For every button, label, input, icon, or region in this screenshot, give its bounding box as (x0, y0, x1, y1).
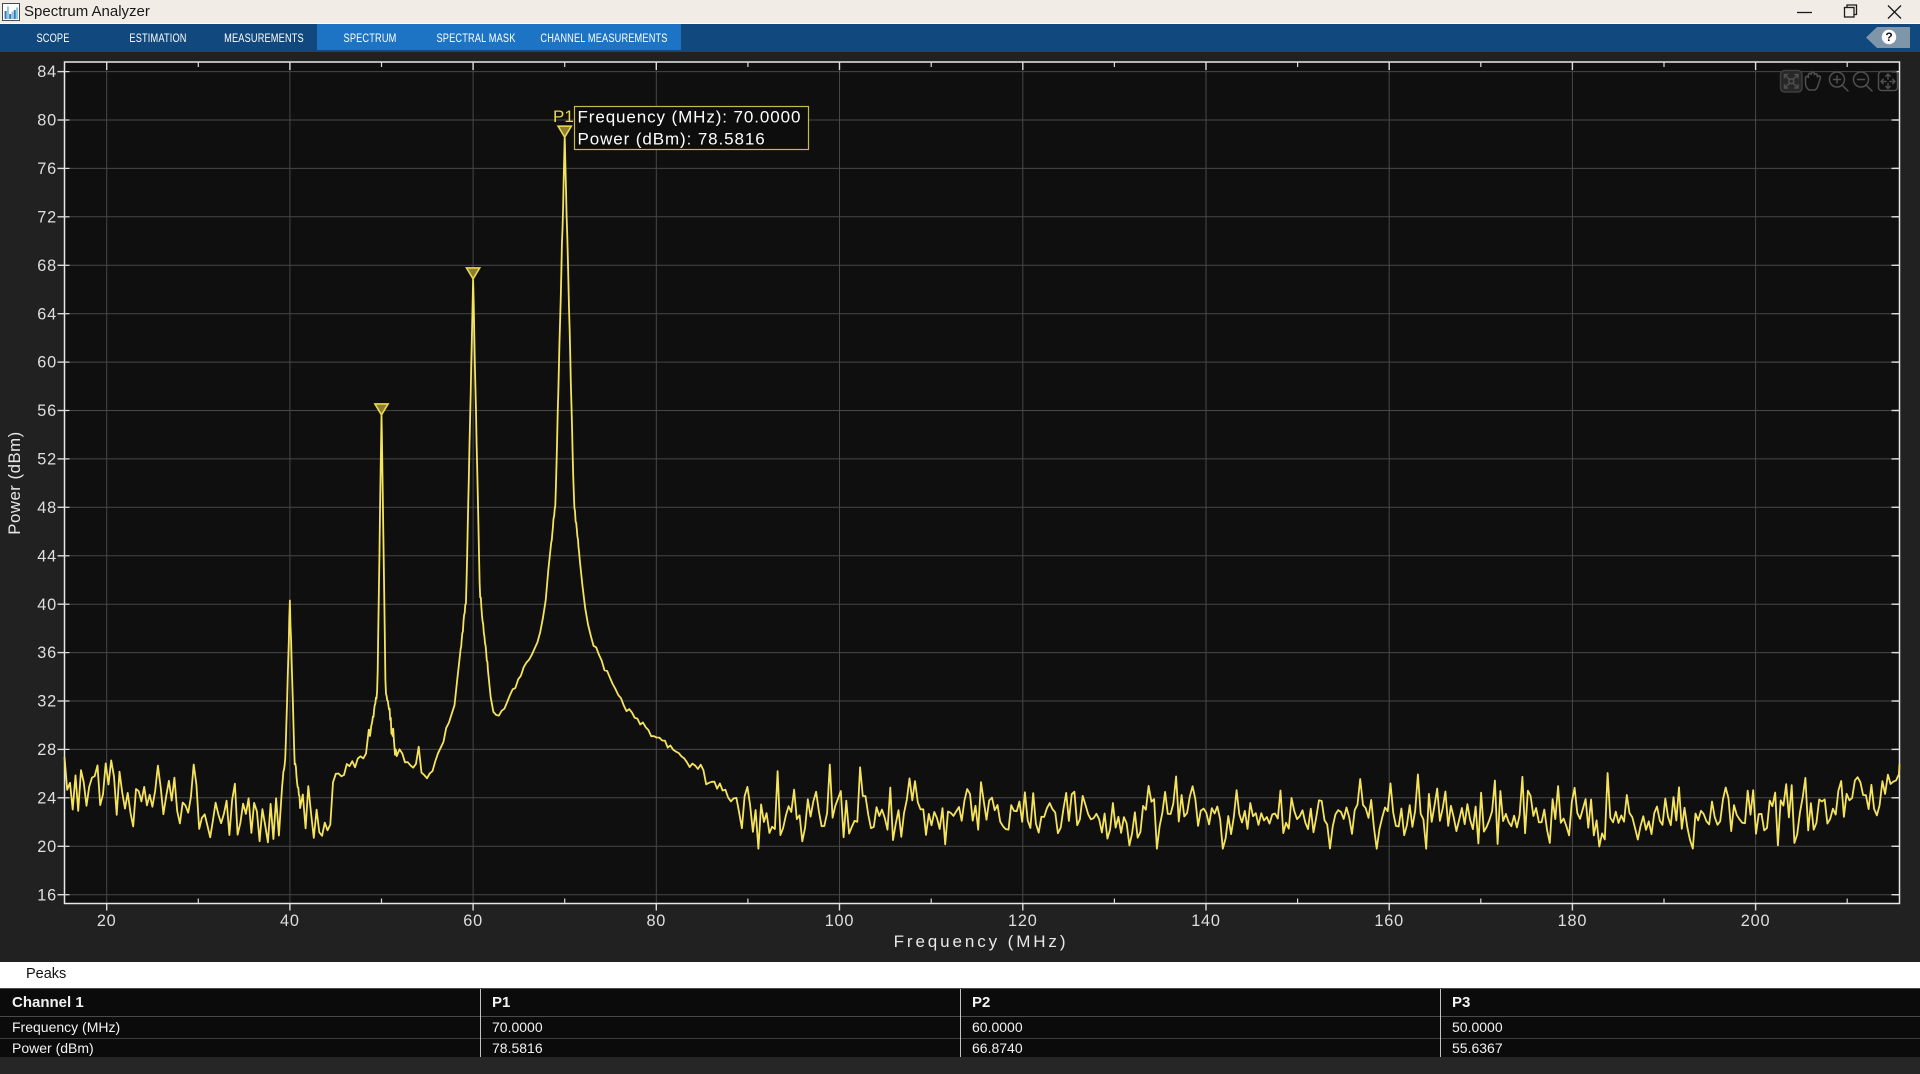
svg-text:Power (dBm): Power (dBm) (5, 431, 24, 534)
svg-text:60: 60 (463, 912, 483, 930)
svg-text:68: 68 (37, 257, 57, 275)
svg-text:Frequency (MHz): Frequency (MHz) (894, 932, 1069, 951)
svg-text:Power (dBm): 78.5816: Power (dBm): 78.5816 (578, 130, 766, 149)
svg-text:16: 16 (37, 886, 57, 904)
svg-text:64: 64 (37, 305, 57, 323)
svg-text:24: 24 (37, 789, 57, 807)
svg-text:180: 180 (1558, 912, 1588, 930)
svg-text:40: 40 (37, 596, 57, 614)
svg-text:160: 160 (1374, 912, 1404, 930)
svg-text:P1: P1 (553, 107, 574, 126)
svg-text:20: 20 (37, 838, 57, 856)
svg-text:140: 140 (1191, 912, 1221, 930)
svg-text:200: 200 (1741, 912, 1771, 930)
svg-text:72: 72 (37, 208, 57, 226)
svg-text:60: 60 (37, 354, 57, 372)
svg-text:76: 76 (37, 160, 57, 178)
svg-text:48: 48 (37, 499, 57, 517)
svg-text:84: 84 (37, 63, 57, 81)
svg-text:120: 120 (1008, 912, 1038, 930)
svg-text:Frequency (MHz): 70.0000: Frequency (MHz): 70.0000 (578, 108, 802, 127)
svg-text:32: 32 (37, 693, 57, 711)
svg-text:40: 40 (280, 912, 300, 930)
svg-text:44: 44 (37, 547, 57, 565)
svg-text:80: 80 (646, 912, 666, 930)
svg-text:80: 80 (37, 112, 57, 130)
svg-text:36: 36 (37, 644, 57, 662)
svg-text:100: 100 (825, 912, 855, 930)
svg-text:56: 56 (37, 402, 57, 420)
svg-text:28: 28 (37, 741, 57, 759)
svg-text:20: 20 (97, 912, 117, 930)
svg-text:52: 52 (37, 451, 57, 469)
